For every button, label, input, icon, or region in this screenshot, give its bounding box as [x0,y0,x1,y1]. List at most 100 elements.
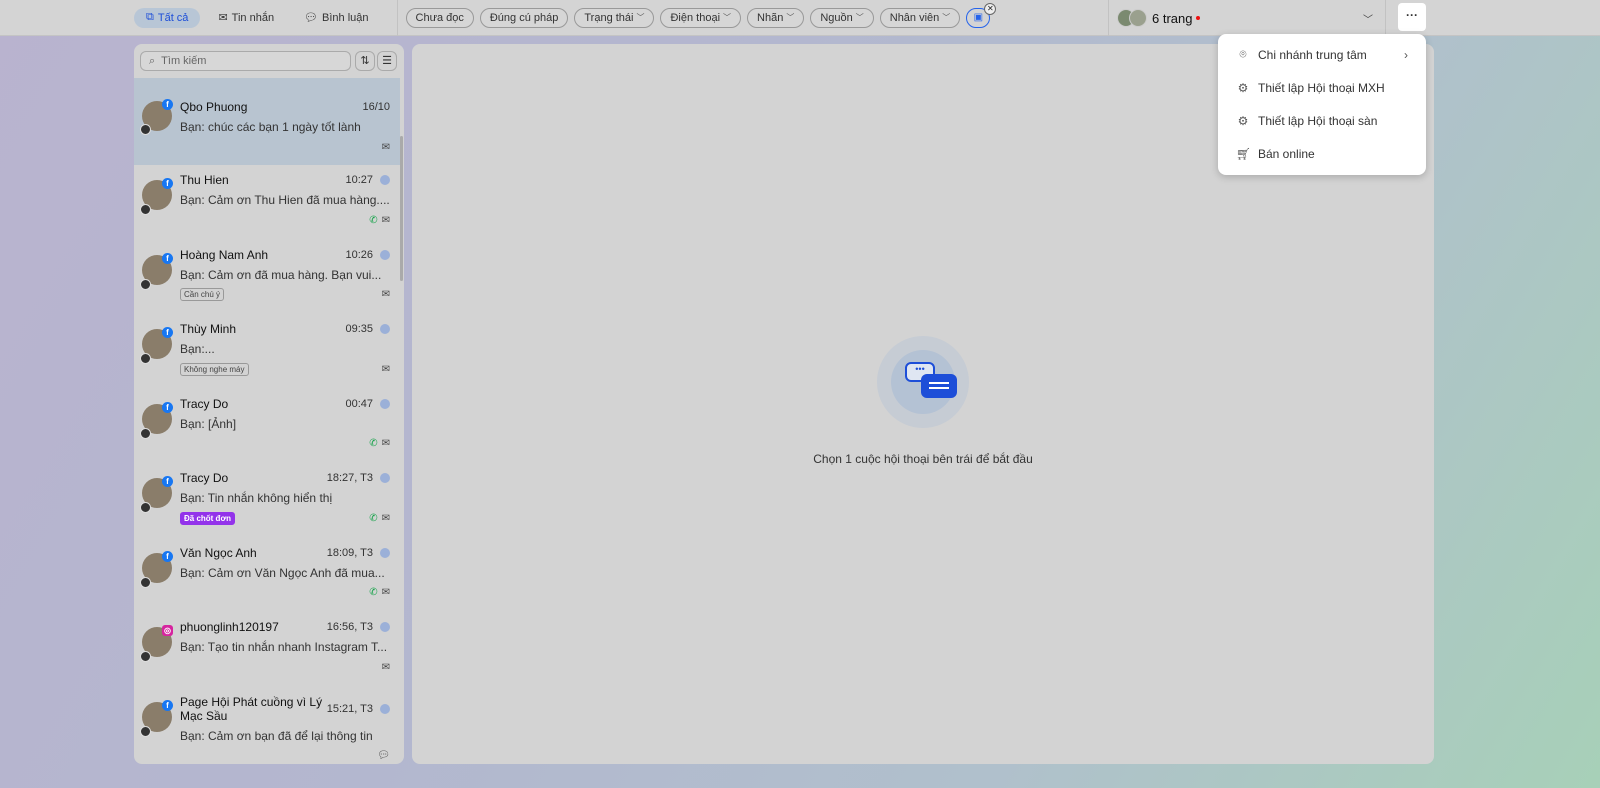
mail-icon: ✉ [381,363,390,375]
contact-name: Thùy Minh [180,322,237,336]
location-icon: ⌾ [1239,47,1247,61]
page-avatar [140,651,151,662]
facebook-icon: f [162,327,173,338]
tab-comments[interactable]: 💬︎ Bình luận [292,8,380,28]
calendar-icon: ▣ [973,12,984,23]
label-badge: Không nghe máy [180,362,249,376]
menu-item-marketplace-settings[interactable]: ⚙ Thiết lập Hội thoại sàn [1218,104,1426,137]
label-badge: Đã chốt đơn [180,511,236,525]
page-avatar [1129,9,1147,27]
assignee-icon [380,324,390,334]
contact-name: Qbo Phuong [180,100,248,114]
facebook-icon: f [162,401,173,413]
filter-unread[interactable]: Chưa đọc [405,7,474,28]
assignee-icon [380,398,390,409]
conversation-item[interactable]: f Qbo Phuong 16/10 Bạn: chúc các bạn 1 ng… [134,78,400,165]
contact-name: phuonglinh120197 [180,620,279,634]
mail-icon: ✉ [381,214,390,226]
phone-icon: ✆ [369,587,378,598]
conversation-item[interactable]: f Thùy Minh 09:35 Bạn:... Không nghe máy … [134,314,400,389]
last-message: Bạn: Tin nhắn không hiển thị [180,491,333,505]
filter-label[interactable]: Nhãn ﹀ [747,7,805,28]
last-message: Bạn: Cảm ơn Thu Hien đã mua hàng.... [180,193,390,207]
last-message: Bạn:... [180,342,215,356]
timestamp: 18:27, T3 [326,472,373,484]
mail-icon: ✉ [381,661,390,673]
conversation-item[interactable]: f Tracy Do 18:27, T3 Bạn: Tin nhắn không … [134,463,400,538]
filter-status[interactable]: Trạng thái ﹀ [574,7,655,28]
conversation-item[interactable]: f Page Hội Phát cuồng vì Lý Mạc Sầu 15:21… [134,687,400,761]
comment-icon: 💬︎ [377,750,390,761]
timestamp: 16:56, T3 [326,621,373,633]
chevron-down-icon: ﹀ [723,13,732,22]
timestamp: 18:09, T3 [326,546,373,559]
contact-name: Page Hội Phát cuồng vì Lý Mạc Sầu [180,694,323,723]
timestamp: 15:21, T3 [326,702,373,715]
chevron-down-icon: ﹀ [786,13,795,22]
mail-icon: ✉ [381,141,390,153]
mail-icon: ✉ [381,512,390,524]
contact-name: Văn Ngọc Anh [180,545,257,560]
last-message: Bạn: Cảm ơn bạn đã để lại thông tin [180,728,373,743]
filter-source[interactable]: Nguồn ﹀ [810,7,874,28]
chat-bubbles-icon: ••• [877,336,969,428]
more-button[interactable]: ··· [1398,3,1426,31]
timestamp: 16/10 [362,101,390,113]
page-avatar [140,576,151,588]
chevron-down-icon: ﹀ [855,13,864,22]
tab-messages[interactable]: ✉ Tin nhắn [206,8,286,28]
cart-icon: 🛒︎ [1236,146,1252,161]
search-input[interactable]: ⌕ Tìm kiếm [140,51,351,71]
conversation-item[interactable]: ◎ phuonglinh120197 16:56, T3 Bạn: Tạo tin… [134,612,400,687]
mail-icon: ✉ [218,12,228,24]
contact-name: Tracy Do [180,396,229,411]
divider [396,0,398,36]
conversation-list: ⌕ Tìm kiếm ⇅ ☰ f Qbo Phuong 16/10 Bạn: chú… [134,44,404,764]
filter-syntax[interactable]: Đúng cú pháp [479,7,569,28]
phone-icon: ✆ [369,214,378,226]
page-avatar [140,204,151,215]
clear-date-icon[interactable]: ✕ [984,2,997,15]
contact-name: Hoàng Nam Anh [180,247,269,262]
conversation-item[interactable]: f Thu Hien 10:27 Bạn: Cảm ơn Thu Hien đã … [134,165,400,240]
contact-name: Tracy Do [180,471,229,485]
facebook-icon: f [162,476,173,487]
label-badge: Cần chú ý [180,288,225,301]
last-message: Bạn: Cảm ơn Văn Ngọc Anh đã mua... [180,565,385,580]
sort-button[interactable]: ⇅ [355,51,375,71]
instagram-icon: ◎ [162,625,173,636]
menu-item-branch[interactable]: ⌾ Chi nhánh trung tâm › [1218,38,1426,71]
chevron-right-icon: › [1404,47,1408,62]
search-icon: ⌕ [149,54,156,67]
assignee-icon [380,175,390,185]
mail-icon: ✉ [381,289,390,300]
conversation-item[interactable]: f Hoàng Nam Anh 10:26 Bạn: Cảm ơn đã mua … [134,240,400,315]
copy-icon: ⧉ [146,11,154,23]
mail-icon: ✉ [381,438,390,449]
facebook-icon: f [162,550,173,562]
facebook-icon: f [162,99,173,110]
date-filter-button[interactable]: ▣ ✕ [966,2,997,28]
filter-list-button[interactable]: ☰ [377,51,397,71]
chevron-down-icon: ﹀ [942,13,951,22]
page-avatar [140,725,151,737]
filter-staff[interactable]: Nhân viên ﹀ [879,7,961,28]
assignee-icon [380,622,390,632]
page-avatar [140,278,151,290]
empty-state-text: Chọn 1 cuộc hội thoại bên trái để bắt đầ… [813,452,1033,466]
page-selector[interactable]: 6 trang ﹀ [1108,0,1386,36]
scrollbar[interactable] [400,136,403,281]
assignee-icon [380,703,390,714]
gear-icon: ⚙ [1237,80,1249,95]
menu-item-sell-online[interactable]: 🛒︎ Bán online [1218,137,1426,170]
contact-name: Thu Hien [180,173,229,187]
page-avatar [140,353,151,364]
tab-all[interactable]: ⧉ Tất cả [134,7,201,28]
chevron-down-icon: ﹀ [636,13,645,22]
conversation-item[interactable]: f Văn Ngọc Anh 18:09, T3 Bạn: Cảm ơn Văn … [134,538,400,613]
filter-phone[interactable]: Điện thoại ﹀ [660,7,742,28]
assignee-icon [380,249,390,260]
conversation-item[interactable]: f Tracy Do 00:47 Bạn: [Ảnh] ✆ ✉ [134,389,400,464]
last-message: Bạn: Tạo tin nhắn nhanh Instagram T... [180,640,388,654]
menu-item-social-settings[interactable]: ⚙ Thiết lập Hội thoại MXH [1218,71,1426,104]
